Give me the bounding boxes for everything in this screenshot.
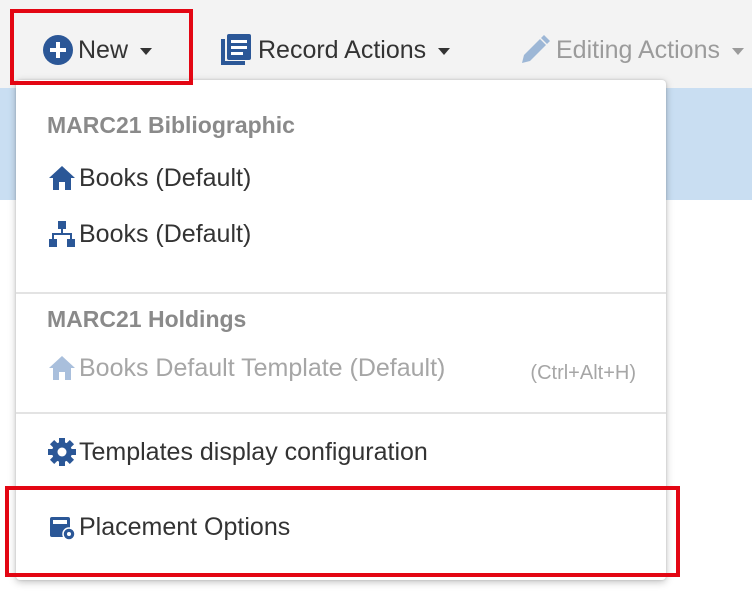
chevron-down-icon bbox=[438, 47, 451, 55]
menu-header-bibliographic: MARC21 Bibliographic bbox=[47, 112, 295, 138]
new-dropdown-menu: MARC21 Bibliographic Books (Default) Boo… bbox=[16, 80, 666, 580]
menu-header-holdings: MARC21 Holdings bbox=[47, 306, 247, 332]
menu-divider bbox=[16, 412, 666, 414]
menu-item-label: Placement Options bbox=[79, 512, 291, 541]
menu-item-bib-books-2[interactable]: Books (Default) bbox=[47, 214, 251, 254]
chevron-down-icon bbox=[140, 47, 153, 55]
page: New Record Actions Editing Actions MARC2… bbox=[0, 0, 752, 599]
new-button[interactable]: New bbox=[42, 22, 153, 78]
menu-item-bib-books-1[interactable]: Books (Default) bbox=[47, 158, 251, 198]
list-icon bbox=[218, 32, 254, 68]
menu-item-label: Templates display configuration bbox=[79, 437, 428, 466]
menu-item-label: Books (Default) bbox=[79, 163, 252, 192]
holdings-shortcut-hint: (Ctrl+Alt+H) bbox=[530, 362, 636, 384]
new-button-label: New bbox=[78, 35, 129, 64]
sitemap-icon bbox=[47, 219, 77, 249]
record-actions-button[interactable]: Record Actions bbox=[218, 22, 451, 78]
toolbar: New Record Actions Editing Actions bbox=[0, 0, 752, 88]
menu-divider bbox=[16, 292, 666, 294]
placement-icon bbox=[47, 512, 77, 542]
gear-icon bbox=[47, 437, 77, 467]
record-actions-label: Record Actions bbox=[258, 35, 427, 64]
home-icon bbox=[47, 353, 77, 383]
menu-item-holdings-books-template[interactable]: Books Default Template (Default) bbox=[47, 348, 445, 388]
pencil-icon bbox=[518, 33, 552, 67]
menu-item-label: Books Default Template (Default) bbox=[79, 353, 446, 382]
menu-divider bbox=[16, 488, 666, 490]
editing-actions-label: Editing Actions bbox=[556, 35, 720, 64]
chevron-down-icon bbox=[732, 47, 744, 55]
menu-item-label: Books (Default) bbox=[79, 219, 252, 248]
menu-item-templates-display-configuration[interactable]: Templates display configuration bbox=[47, 432, 428, 472]
plus-circle-icon bbox=[42, 34, 74, 66]
menu-item-placement-options[interactable]: Placement Options bbox=[47, 507, 290, 547]
editing-actions-button[interactable]: Editing Actions bbox=[518, 22, 744, 78]
home-icon bbox=[47, 163, 77, 193]
